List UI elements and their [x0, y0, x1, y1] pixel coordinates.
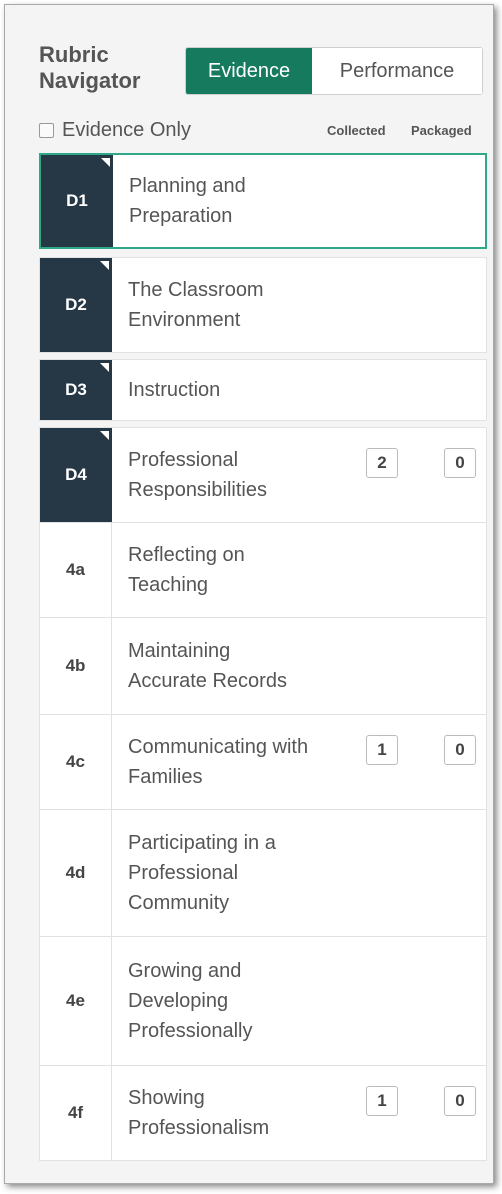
collected-count-badge[interactable]: 1: [366, 1086, 398, 1116]
component-4b-code: 4b: [40, 618, 112, 714]
component-4a-label: Reflecting on Teaching: [112, 523, 486, 617]
domain-d1-label: Planning and Preparation: [113, 155, 485, 247]
expand-corner-icon[interactable]: [100, 431, 109, 440]
expand-corner-icon[interactable]: [100, 363, 109, 372]
component-4b-label-line: Maintaining: [128, 640, 231, 662]
component-4a-code: 4a: [40, 523, 112, 617]
component-4e-code: 4e: [40, 937, 112, 1065]
evidence-toggle-button[interactable]: Evidence: [186, 48, 312, 94]
component-4c-label: Communicating with Families: [112, 715, 486, 809]
component-4a-row[interactable]: 4a Reflecting on Teaching: [39, 522, 487, 618]
domain-d2-label-line: The Classroom: [128, 279, 264, 301]
domain-d2-label: The Classroom Environment: [112, 258, 486, 352]
rubric-list: D1 Planning and Preparation D2 The Classroom…: [39, 153, 487, 1161]
component-4a-label-line: Reflecting on: [128, 544, 245, 566]
title-line-1: Rubric: [39, 42, 109, 67]
panel-title: Rubric Navigator: [39, 42, 179, 94]
expand-corner-icon[interactable]: [100, 261, 109, 270]
domain-d1-code: D1: [41, 155, 113, 247]
component-4c-code-text: 4c: [66, 752, 85, 771]
component-4d-code-text: 4d: [65, 863, 86, 882]
packaged-count-badge[interactable]: 0: [444, 735, 476, 765]
component-4e-label-line: Developing: [128, 990, 229, 1012]
domain-d3-row[interactable]: D3 Instruction: [39, 359, 487, 421]
component-4b-label: Maintaining Accurate Records: [112, 618, 486, 714]
domain-d1-label-line: Preparation: [129, 205, 233, 227]
component-4f-label-line: Showing: [128, 1087, 205, 1109]
domain-d2-row[interactable]: D2 The Classroom Environment: [39, 257, 487, 353]
domain-d3-code-text: D3: [65, 380, 87, 399]
domain-d4-code: D4: [40, 428, 112, 522]
component-4f-label-line: Professionalism: [128, 1117, 270, 1139]
domain-d3-label: Instruction: [112, 360, 486, 420]
component-4d-row[interactable]: 4d Participating in a Professional Communit…: [39, 809, 487, 937]
component-4c-label-line: Communicating with: [128, 736, 309, 758]
component-4f-code: 4f: [40, 1066, 112, 1160]
component-4c-code: 4c: [40, 715, 112, 809]
component-4c-row[interactable]: 4c Communicating with Families 1 0: [39, 714, 487, 810]
component-4b-row[interactable]: 4b Maintaining Accurate Records: [39, 617, 487, 715]
evidence-only-checkbox[interactable]: [39, 123, 54, 138]
component-4c-label-line: Families: [128, 766, 203, 788]
component-4e-label: Growing and Developing Professionally: [112, 937, 486, 1065]
component-4d-label-line: Participating in a: [128, 832, 276, 854]
domain-d1-row[interactable]: D1 Planning and Preparation: [39, 153, 487, 249]
component-4f-row[interactable]: 4f Showing Professionalism 1 0: [39, 1065, 487, 1161]
domain-d4-code-text: D4: [65, 465, 87, 484]
domain-d2-code-text: D2: [65, 295, 87, 314]
component-4d-label-line: Community: [128, 892, 230, 914]
navigator-header: Rubric Navigator Evidence Performance Ev…: [5, 5, 493, 153]
domain-d4-label: Professional Responsibilities: [112, 428, 486, 522]
component-4b-label-line: Accurate Records: [128, 670, 287, 692]
expand-corner-icon[interactable]: [101, 158, 110, 167]
domain-d2-label-line: Environment: [128, 309, 241, 331]
domain-d1-label-line: Planning and: [129, 175, 246, 197]
domain-d4-row[interactable]: D4 Professional Responsibilities 2 0: [39, 427, 487, 523]
domain-d3-code: D3: [40, 360, 112, 420]
title-line-2: Navigator: [39, 68, 141, 93]
component-4e-label-line: Professionally: [128, 1020, 253, 1042]
domain-d4-label-line: Professional: [128, 449, 239, 471]
domain-d2-code: D2: [40, 258, 112, 352]
component-4f-label: Showing Professionalism: [112, 1066, 486, 1160]
component-4d-label: Participating in a Professional Community: [112, 810, 486, 936]
packaged-column-header: Packaged: [411, 123, 472, 138]
view-toggle: Evidence Performance: [185, 47, 483, 95]
component-4b-code-text: 4b: [65, 656, 86, 675]
rubric-navigator-panel: Rubric Navigator Evidence Performance Ev…: [4, 4, 494, 1184]
component-4e-code-text: 4e: [66, 991, 85, 1010]
packaged-count-badge[interactable]: 0: [444, 1086, 476, 1116]
domain-d1-code-text: D1: [66, 191, 88, 210]
domain-d4-label-line: Responsibilities: [128, 479, 267, 501]
evidence-only-filter[interactable]: Evidence Only: [39, 119, 191, 142]
collected-count-badge[interactable]: 2: [366, 448, 398, 478]
component-4a-code-text: 4a: [66, 560, 85, 579]
component-4e-label-line: Growing and: [128, 960, 242, 982]
component-4a-label-line: Teaching: [128, 574, 209, 596]
collected-count-badge[interactable]: 1: [366, 735, 398, 765]
evidence-only-label: Evidence Only: [62, 119, 191, 141]
packaged-count-badge[interactable]: 0: [444, 448, 476, 478]
component-4e-row[interactable]: 4e Growing and Developing Professionally: [39, 936, 487, 1066]
component-4f-code-text: 4f: [67, 1103, 84, 1122]
component-4d-code: 4d: [40, 810, 112, 936]
domain-d3-label-line: Instruction: [128, 379, 221, 401]
component-4d-label-line: Professional: [128, 862, 239, 884]
performance-toggle-button[interactable]: Performance: [312, 48, 482, 94]
collected-column-header: Collected: [327, 123, 386, 138]
